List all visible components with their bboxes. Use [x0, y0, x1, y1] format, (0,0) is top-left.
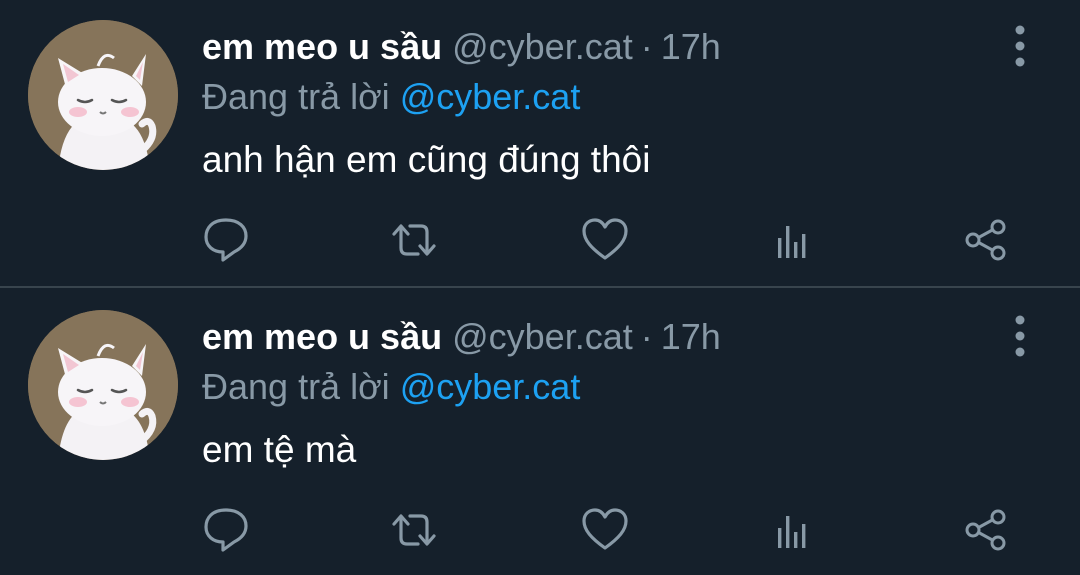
display-name[interactable]: em meo u sầu: [202, 316, 442, 357]
heart-icon: [582, 218, 628, 260]
user-handle[interactable]: @cyber.cat: [452, 26, 633, 67]
tweet-text: anh hận em cũng đúng thôi: [202, 139, 651, 180]
retweet-arrows-icon: [392, 224, 436, 256]
display-name[interactable]: em meo u sầu: [202, 26, 442, 67]
analytics-button[interactable]: [767, 212, 823, 268]
cat-avatar-image: [28, 310, 178, 460]
more-options-button[interactable]: [998, 22, 1042, 70]
replying-to-label: Đang trả lời: [202, 366, 390, 407]
tweet-timestamp[interactable]: 17h: [661, 26, 721, 67]
analytics-button[interactable]: [767, 502, 823, 558]
like-button[interactable]: [577, 502, 633, 558]
speech-bubble-icon: [204, 218, 248, 262]
timeline: em meo u sầu @cyber.cat · 17h Đang trả lời…: [0, 0, 1080, 575]
reply-button[interactable]: [198, 502, 254, 558]
user-handle[interactable]: @cyber.cat: [452, 316, 633, 357]
vertical-dots-icon: [1015, 25, 1025, 67]
reply-button[interactable]: [198, 212, 254, 268]
share-button[interactable]: [958, 502, 1014, 558]
mention-link[interactable]: @cyber.cat: [400, 366, 581, 407]
tweet-header: em meo u sầu @cyber.cat · 17h: [202, 314, 721, 360]
like-button[interactable]: [577, 212, 633, 268]
heart-icon: [582, 508, 628, 550]
tweet-divider: [0, 286, 1080, 288]
cat-avatar-image: [28, 20, 178, 170]
replying-to-line: Đang trả lời @cyber.cat: [202, 74, 580, 120]
avatar[interactable]: [28, 20, 178, 170]
bar-chart-icon: [778, 516, 806, 548]
share-button[interactable]: [958, 212, 1014, 268]
replying-to-line: Đang trả lời @cyber.cat: [202, 364, 580, 410]
speech-bubble-icon: [204, 508, 248, 552]
tweet-text: em tệ mà: [202, 429, 357, 470]
retweet-button[interactable]: [386, 212, 442, 268]
share-nodes-icon: [965, 509, 1006, 551]
more-options-button[interactable]: [998, 312, 1042, 360]
share-nodes-icon: [965, 219, 1006, 261]
separator-dot: ·: [640, 316, 653, 357]
mention-link[interactable]: @cyber.cat: [400, 76, 581, 117]
vertical-dots-icon: [1015, 315, 1025, 357]
replying-to-label: Đang trả lời: [202, 76, 390, 117]
tweet-card[interactable]: em meo u sầu @cyber.cat · 17h Đang trả lời…: [0, 0, 1080, 288]
retweet-arrows-icon: [392, 514, 436, 546]
tweet-timestamp[interactable]: 17h: [661, 316, 721, 357]
avatar[interactable]: [28, 310, 178, 460]
bar-chart-icon: [778, 226, 806, 258]
separator-dot: ·: [640, 26, 653, 67]
tweet-header: em meo u sầu @cyber.cat · 17h: [202, 24, 721, 70]
tweet-card[interactable]: em meo u sầu @cyber.cat · 17h Đang trả lời…: [0, 290, 1080, 575]
retweet-button[interactable]: [386, 502, 442, 558]
